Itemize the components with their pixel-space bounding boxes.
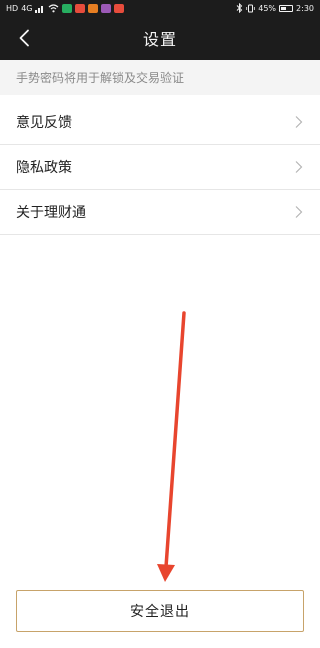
logout-button[interactable]: 安全退出 bbox=[16, 590, 304, 632]
annotation-arrow bbox=[157, 311, 186, 582]
status-bar: HD 4G 45% 2:30 bbox=[0, 0, 320, 16]
battery-icon bbox=[279, 4, 294, 12]
network-type: HD bbox=[6, 3, 19, 13]
status-bar-right: 45% 2:30 bbox=[236, 3, 314, 13]
list-item-privacy-policy[interactable]: 隐私政策 bbox=[0, 145, 320, 190]
nav-bar: 设置 bbox=[0, 16, 320, 60]
chevron-left-icon bbox=[19, 29, 29, 47]
list-item-about[interactable]: 关于理财通 bbox=[0, 190, 320, 235]
back-button[interactable] bbox=[8, 22, 40, 54]
wifi-icon bbox=[49, 3, 59, 12]
chevron-right-icon bbox=[295, 161, 303, 173]
chevron-right-icon bbox=[295, 116, 303, 128]
signal-indicator: 4G bbox=[21, 3, 33, 13]
gesture-password-hint: 手势密码将用于解锁及交易验证 bbox=[0, 60, 320, 95]
app-notification-icon bbox=[114, 3, 125, 13]
clock: 2:30 bbox=[296, 3, 314, 13]
list-item-feedback[interactable]: 意见反馈 bbox=[0, 100, 320, 145]
app-notification-icon bbox=[62, 3, 73, 13]
signal-bars-icon bbox=[35, 5, 44, 13]
app-notification-icon bbox=[75, 3, 86, 13]
app-notification-icon bbox=[88, 3, 99, 13]
status-bar-left: HD 4G bbox=[6, 3, 125, 13]
app-notification-icon bbox=[101, 3, 112, 13]
battery-percent: 45% bbox=[258, 3, 277, 13]
list-item-label: 关于理财通 bbox=[16, 205, 86, 221]
settings-list: 意见反馈 隐私政策 关于理财通 bbox=[0, 100, 320, 235]
battery-level bbox=[281, 6, 287, 10]
list-item-label: 隐私政策 bbox=[16, 160, 72, 176]
chevron-right-icon bbox=[295, 206, 303, 218]
hint-text: 手势密码将用于解锁及交易验证 bbox=[16, 71, 185, 85]
page-title: 设置 bbox=[142, 30, 177, 49]
bluetooth-icon bbox=[236, 3, 243, 13]
list-item-label: 意见反馈 bbox=[16, 115, 72, 131]
vibrate-icon bbox=[246, 4, 255, 12]
logout-label: 安全退出 bbox=[130, 604, 190, 620]
